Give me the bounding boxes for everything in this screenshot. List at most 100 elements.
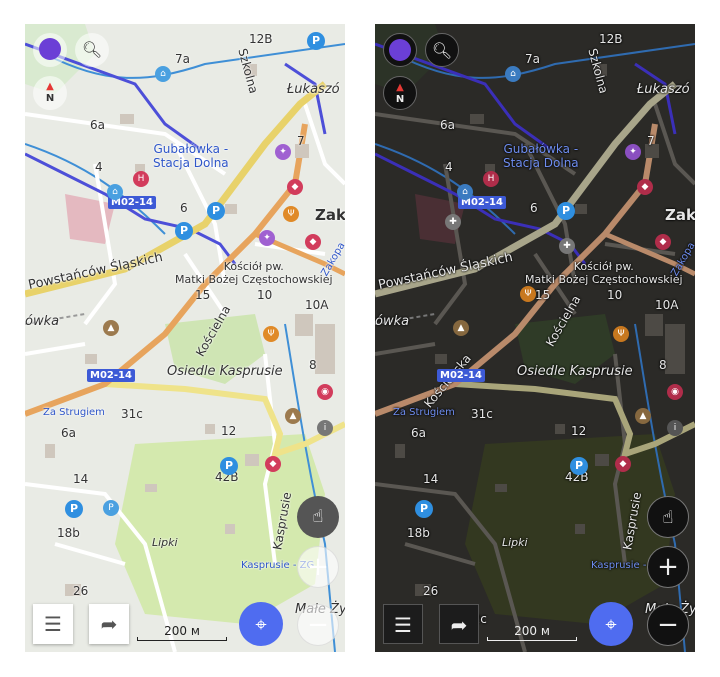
- home-icon: ⌂: [107, 184, 123, 200]
- map-canvas[interactable]: [25, 24, 345, 652]
- parking-icon: P: [415, 500, 433, 518]
- locate-icon: ⌖: [605, 612, 617, 636]
- menu-button[interactable]: ☰: [383, 604, 423, 644]
- house-number: 15: [195, 288, 211, 302]
- house-number: 14: [423, 472, 439, 486]
- house-number: 6a: [411, 426, 426, 440]
- house-number: 12B: [599, 32, 623, 46]
- street-label-lukaszowka: Łukaszó: [637, 82, 690, 97]
- compass-button[interactable]: ▲ N: [383, 76, 417, 110]
- house-number: 15: [535, 288, 551, 302]
- museum-icon: ▲: [453, 320, 469, 336]
- house-number: 12B: [249, 32, 273, 46]
- route-icon: ➦: [450, 613, 468, 637]
- compass-button[interactable]: ▲ N: [33, 76, 67, 110]
- tag-icon: ◆: [305, 234, 321, 250]
- route-shield: M02-14: [87, 369, 135, 382]
- map-canvas[interactable]: [375, 24, 695, 652]
- church-label: Kościół pw. Matki Bożej Częstochowskiej: [525, 260, 683, 286]
- house-number: 26: [423, 584, 439, 598]
- parking-icon: P: [207, 202, 225, 220]
- globe-icon: [389, 38, 411, 61]
- house-number: 31c: [121, 407, 143, 421]
- search-icon: 🔍︎: [431, 41, 453, 60]
- parking-icon: P: [65, 500, 83, 518]
- parking-icon: P: [557, 202, 575, 220]
- park-label: Lipki: [502, 536, 528, 549]
- shop-icon: ✦: [625, 144, 641, 160]
- layers-button[interactable]: [383, 33, 417, 67]
- house-number: 10: [607, 288, 623, 302]
- district-label: Osiedle Kasprusie: [167, 364, 283, 379]
- museum-icon: ▲: [285, 408, 301, 424]
- house-number: 7: [647, 134, 655, 148]
- search-button[interactable]: 🔍︎: [425, 33, 459, 67]
- church-icon: ✚: [559, 238, 575, 254]
- map-interaction-button[interactable]: ☝: [647, 496, 689, 538]
- my-location-button[interactable]: ⌖: [589, 602, 633, 646]
- scale-label: 200 м: [164, 624, 200, 638]
- tag-icon: ◆: [655, 234, 671, 250]
- church-label: Kościół pw. Matki Bożej Częstochowskiej: [175, 260, 333, 286]
- compass-label: N: [395, 94, 405, 105]
- menu-button[interactable]: ☰: [33, 604, 73, 644]
- parking-icon: P: [220, 457, 238, 475]
- tag-icon: ◆: [287, 179, 303, 195]
- tag-icon: ◆: [615, 456, 631, 472]
- restaurant-icon: Ψ: [613, 326, 629, 342]
- route-shield: M02-14: [437, 369, 485, 382]
- street-label-ulka: ówka: [25, 314, 60, 329]
- house-number: 6a: [90, 118, 105, 132]
- tag-icon: ◆: [265, 456, 281, 472]
- house-number: 6: [180, 201, 188, 215]
- house-number: 10A: [655, 298, 679, 312]
- house-number: 7: [297, 134, 305, 148]
- map-view-dark[interactable]: Szkolna Łukaszó Powstańców Śląskich Kośc…: [375, 24, 695, 652]
- menu-icon: ☰: [44, 612, 62, 636]
- home-icon: ⌂: [457, 184, 473, 200]
- parking-icon: P: [103, 500, 119, 516]
- house-number: 6a: [61, 426, 76, 440]
- map-view-light[interactable]: Szkolna Łukaszó Powstańców Śląskich Kośc…: [25, 24, 345, 652]
- parking-icon: P: [307, 32, 325, 50]
- bank-icon: ⌂: [155, 66, 171, 82]
- route-button[interactable]: ➦: [439, 604, 479, 644]
- station-label: Gubałówka - Stacja Dolna: [503, 142, 579, 170]
- place-label-zako: Zako: [665, 206, 695, 224]
- station-label: Gubałówka - Stacja Dolna: [153, 142, 229, 170]
- compass-label: N: [45, 93, 55, 104]
- bus-stop-strugiem: Za Strugiem: [393, 407, 455, 418]
- hotel-icon: H: [133, 171, 149, 187]
- route-button[interactable]: ➦: [89, 604, 129, 644]
- house-number: 4: [95, 160, 103, 174]
- search-button[interactable]: 🔍︎: [75, 33, 109, 67]
- museum-icon: ▲: [103, 320, 119, 336]
- compass-arrow-icon: ▲: [396, 82, 404, 93]
- map-interaction-button[interactable]: ☝: [297, 496, 339, 538]
- camera-icon: ◉: [667, 384, 683, 400]
- zoom-out-button[interactable]: −: [647, 604, 689, 646]
- zoom-out-button[interactable]: −: [297, 604, 339, 646]
- compass-arrow-icon: ▲: [46, 81, 54, 92]
- house-number: 26: [73, 584, 89, 598]
- restaurant-icon: Ψ: [263, 326, 279, 342]
- house-number: 8: [309, 358, 317, 372]
- house-number: 18b: [57, 526, 80, 540]
- restaurant-icon: Ψ: [520, 286, 536, 302]
- zoom-in-button[interactable]: +: [647, 546, 689, 588]
- house-number: 10A: [305, 298, 329, 312]
- my-location-button[interactable]: ⌖: [239, 602, 283, 646]
- house-number: 7a: [525, 52, 540, 66]
- house-number: 14: [73, 472, 89, 486]
- house-number: 6a: [440, 118, 455, 132]
- zoom-in-button[interactable]: +: [297, 546, 339, 588]
- info-icon: i: [667, 420, 683, 436]
- parking-icon: P: [175, 222, 193, 240]
- church-icon: ✚: [445, 214, 461, 230]
- scale-bar: 200 м: [487, 624, 577, 641]
- museum-icon: ▲: [635, 408, 651, 424]
- parking-icon: P: [570, 457, 588, 475]
- route-icon: ➦: [100, 612, 118, 636]
- street-label-ulka: ówka: [375, 314, 410, 329]
- layers-button[interactable]: [33, 33, 67, 67]
